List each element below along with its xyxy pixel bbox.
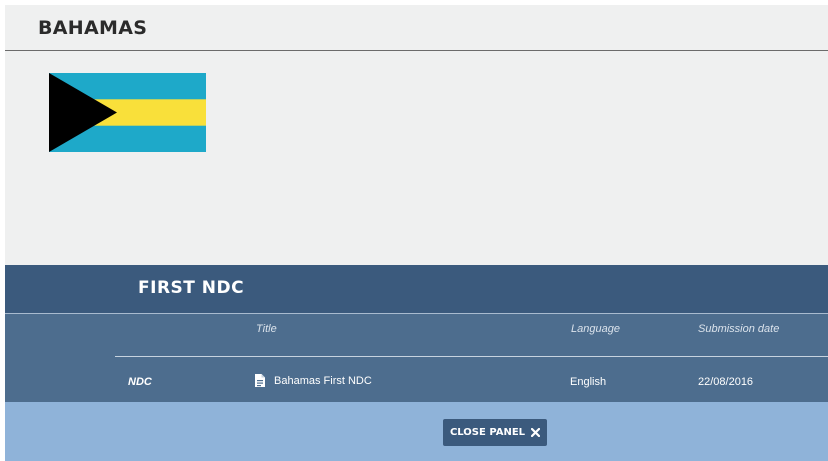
close-icon: [531, 428, 541, 437]
column-header-title: Title: [256, 323, 277, 335]
close-panel-label: CLOSE PANEL: [449, 427, 526, 438]
column-header-language: Language: [571, 323, 620, 335]
row-language: English: [570, 376, 607, 388]
country-header: BAHAMAS: [5, 5, 828, 51]
panel-footer: CLOSE PANEL: [5, 402, 828, 461]
document-link[interactable]: Bahamas First NDC: [253, 373, 372, 388]
document-icon: [255, 374, 265, 387]
row-type: NDC: [128, 376, 152, 388]
bahamas-flag-icon: [49, 73, 206, 152]
column-header-submission-date: Submission date: [698, 323, 780, 335]
ndc-panel-heading: FIRST NDC: [138, 278, 245, 298]
ndc-panel: FIRST NDC Title Language Submission date…: [5, 265, 828, 402]
country-panel: BAHAMAS FIRST NDC Title Language Submiss…: [5, 5, 828, 461]
close-panel-button[interactable]: CLOSE PANEL: [443, 419, 547, 446]
document-title: Bahamas First NDC: [274, 374, 372, 387]
ndc-panel-header: FIRST NDC: [5, 265, 828, 314]
table-row: NDC Bahamas First NDC English 22/08/2016: [5, 357, 828, 401]
row-submission-date: 22/08/2016: [698, 376, 754, 388]
country-title: BAHAMAS: [38, 17, 148, 39]
